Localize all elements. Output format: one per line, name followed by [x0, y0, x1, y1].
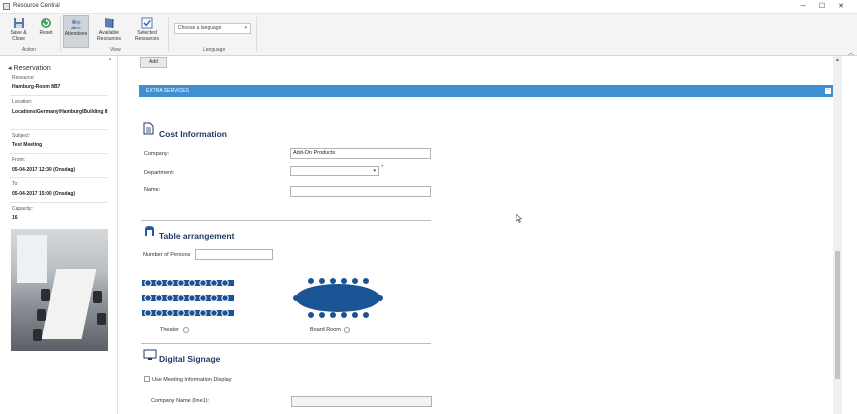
company-input[interactable]: Add-On Products	[290, 148, 431, 159]
reset-button[interactable]: Reset	[35, 15, 57, 48]
meeting-display-checkbox[interactable]	[144, 376, 150, 382]
room-chair	[93, 291, 102, 303]
collapse-toggle-icon[interactable]: −	[825, 87, 831, 94]
department-label: Department:	[144, 170, 175, 176]
location-label: Location:	[12, 99, 33, 105]
room-chair	[97, 313, 106, 325]
room-chair	[37, 309, 46, 321]
cost-information-heading: Cost Information	[159, 129, 227, 139]
from-value: 05-04-2017 12:30 (Onsdag)	[12, 167, 76, 173]
required-marker: *	[381, 165, 384, 171]
capacity-label: Capacity:	[12, 206, 33, 212]
ribbon-separator	[60, 17, 61, 52]
number-of-persons-label: Number of Persons	[143, 252, 191, 258]
app-icon	[3, 3, 10, 10]
sidebar-title[interactable]: ◂ Reservation	[8, 64, 51, 72]
pin-icon[interactable]: ▪	[109, 57, 111, 63]
language-select[interactable]: Choose a language ▾	[174, 23, 251, 34]
vertical-scrollbar[interactable]: ▲	[833, 56, 842, 414]
company-line1-input[interactable]	[291, 396, 432, 407]
resource-value: Hamburg-Room 8B7	[12, 84, 61, 90]
number-of-persons-input[interactable]	[195, 249, 273, 260]
group-label-action: Action	[22, 47, 36, 53]
resource-label: Resource:	[12, 75, 35, 81]
scrollbar-thumb[interactable]	[835, 251, 840, 379]
main-content: Add EXTRA SERVICES − Cost Information Co…	[118, 56, 833, 414]
meeting-display-label: Use Meeting Information Display	[152, 377, 232, 383]
subject-value: Test Meeting	[12, 142, 43, 148]
attendees-label: Attendees	[64, 31, 88, 37]
boardroom-layout-image[interactable]	[291, 276, 385, 320]
department-select[interactable]: ▾	[290, 166, 379, 176]
location-value: Locations\Germany\Hamburg\Building 8	[12, 109, 108, 115]
extra-services-title: EXTRA SERVICES	[146, 88, 189, 94]
divider	[10, 153, 108, 154]
sidebar-title-text: Reservation	[13, 65, 51, 72]
reservation-sidebar: ▪ ◂ Reservation Resource: Hamburg-Room 8…	[0, 56, 118, 414]
room-chair	[41, 289, 50, 301]
selected-resources-button[interactable]: Selected Resources	[132, 15, 162, 48]
document-icon	[143, 122, 154, 135]
available-resources-icon	[103, 17, 115, 29]
add-button[interactable]: Add	[140, 57, 167, 68]
save-icon	[13, 17, 25, 29]
title-bar: Resource Central ─ ☐ ✕	[0, 0, 857, 14]
mouse-cursor-icon	[516, 214, 522, 223]
dropdown-arrow-icon: ▾	[373, 168, 376, 174]
digital-signage-heading: Digital Signage	[159, 354, 221, 364]
window-title: Resource Central	[13, 3, 60, 9]
save-close-button[interactable]: Save & Close	[5, 15, 32, 48]
company-line1-label: Company Name (line1):	[151, 398, 210, 404]
save-close-label: Save & Close	[10, 30, 27, 42]
subject-label: Subject:	[12, 133, 31, 139]
to-value: 05-04-2017 15:00 (Onsdag)	[12, 191, 76, 197]
attendees-button[interactable]: Attendees	[63, 15, 89, 48]
section-divider	[141, 220, 431, 221]
to-label: To:	[12, 181, 19, 187]
reset-icon	[40, 17, 52, 29]
name-label: Name:	[144, 187, 161, 193]
table-arrangement-heading: Table arrangement	[159, 231, 235, 241]
group-label-view: View	[110, 47, 121, 53]
divider	[10, 202, 108, 203]
chevron-down-icon: ▾	[244, 25, 247, 31]
minimize-button[interactable]: ─	[798, 2, 808, 12]
ribbon-separator	[168, 17, 169, 52]
chair-icon	[145, 226, 154, 236]
divider	[10, 129, 108, 130]
selected-resources-label: Selected Resources	[135, 30, 159, 42]
section-divider	[141, 343, 431, 344]
checkbox-check-icon	[141, 17, 153, 29]
from-label: From:	[12, 157, 26, 163]
ribbon-separator	[256, 17, 257, 52]
language-select-value: Choose a language	[178, 25, 222, 31]
divider	[10, 95, 108, 96]
room-window	[17, 235, 47, 283]
scroll-up-icon[interactable]: ▲	[833, 57, 842, 63]
room-photo	[11, 229, 108, 351]
available-resources-button[interactable]: Available Resources	[94, 15, 124, 48]
theater-label: Theater	[160, 327, 179, 333]
collapse-ribbon-icon[interactable]: ︿	[848, 48, 854, 57]
theater-radio[interactable]	[183, 327, 189, 333]
name-input[interactable]	[290, 186, 431, 197]
extra-services-header[interactable]: EXTRA SERVICES −	[139, 85, 833, 97]
board-room-label: Board Room	[310, 327, 341, 333]
capacity-value: 16	[12, 215, 18, 221]
available-resources-label: Available Resources	[97, 30, 121, 42]
maximize-button[interactable]: ☐	[817, 2, 827, 12]
theater-layout-image[interactable]	[142, 277, 234, 319]
group-label-language: Language	[203, 47, 226, 53]
room-table	[41, 269, 97, 339]
ribbon: Save & Close Reset Attendees Available R…	[0, 14, 857, 57]
room-chair	[33, 329, 42, 341]
reset-label: Reset	[39, 30, 53, 36]
divider	[10, 177, 108, 178]
attendees-icon	[70, 18, 82, 30]
monitor-icon	[143, 349, 157, 360]
close-button[interactable]: ✕	[836, 2, 846, 12]
company-label: Company:	[144, 151, 170, 157]
board-room-radio[interactable]	[344, 327, 350, 333]
